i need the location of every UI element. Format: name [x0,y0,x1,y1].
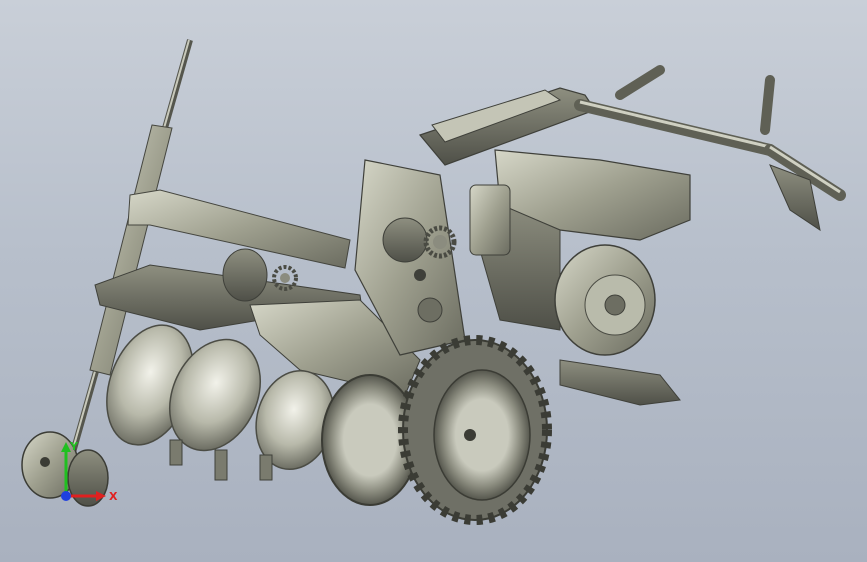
orientation-triad[interactable]: Y X [52,440,122,510]
x-axis-arrow [96,491,106,501]
z-axis-dot [61,491,71,501]
x-axis-label: X [109,490,118,503]
y-axis-label: Y [69,440,79,453]
cad-model-tiller-trencher[interactable] [0,0,867,562]
recoil-starter [554,244,656,356]
rear-skid [559,359,681,406]
wheel-front [398,335,552,525]
graphics-viewport[interactable]: Y X [0,0,867,562]
cylinder-head [469,184,511,256]
belt-pulley [222,248,268,302]
handle-grip-left [615,65,665,100]
